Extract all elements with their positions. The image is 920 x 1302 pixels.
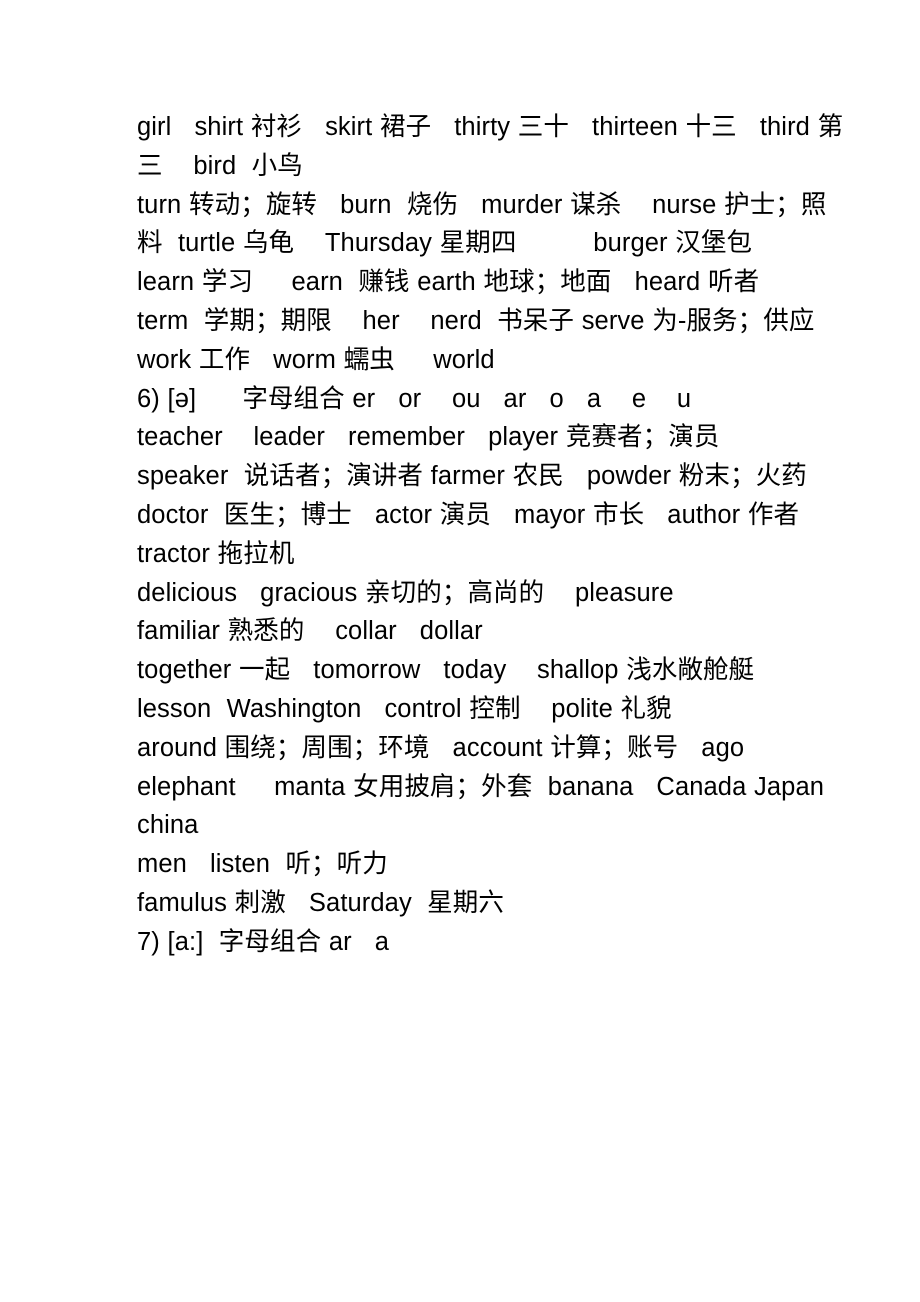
paragraph-schwa-7: together 一起 tomorrow today shallop 浅水敞舱艇… bbox=[137, 656, 778, 723]
paragraph-er-sound-1: girl shirt 衬衫 skirt 裙子 thirty 三十 thirtee… bbox=[137, 113, 844, 180]
paragraph-schwa-3: doctor 医生；博士 actor 演员 mayor 市长 author 作者 bbox=[137, 500, 800, 529]
paragraph-er-sound-4: term 学期；期限 her nerd 书呆子 serve 为-服务；供应 bbox=[137, 306, 815, 335]
document-page: girl shirt 衬衫 skirt 裙子 thirty 三十 thirtee… bbox=[0, 0, 920, 1302]
section-heading-7-long-a: 7) [a:] 字母组合 ar a bbox=[137, 927, 390, 956]
document-body: girl shirt 衬衫 skirt 裙子 thirty 三十 thirtee… bbox=[137, 108, 849, 962]
paragraph-er-sound-5: work 工作 worm 蠕虫 world bbox=[137, 345, 495, 374]
paragraph-er-sound-3: learn 学习 earn 赚钱 earth 地球；地面 heard 听者 bbox=[137, 268, 760, 297]
paragraph-schwa-8: around 围绕；周围；环境 account 计算；账号 ago bbox=[137, 733, 745, 762]
paragraph-schwa-1: teacher leader remember player 竞赛者；演员 bbox=[137, 423, 720, 452]
paragraph-er-sound-2: turn 转动；旋转 burn 烧伤 murder 谋杀 nurse 护士；照料… bbox=[137, 190, 827, 258]
section-heading-6-schwa: 6) [ə] 字母组合 er or ou ar o a e u bbox=[137, 384, 692, 413]
paragraph-schwa-11: famulus 刺激 Saturday 星期六 bbox=[137, 888, 504, 917]
paragraph-schwa-6: familiar 熟悉的 collar dollar bbox=[137, 617, 483, 646]
paragraph-schwa-5: delicious gracious 亲切的；高尚的 pleasure bbox=[137, 578, 674, 607]
paragraph-schwa-2: speaker 说话者；演讲者 farmer 农民 powder 粉末；火药 bbox=[137, 462, 807, 491]
paragraph-schwa-9: elephant manta 女用披肩；外套 banana Canada Jap… bbox=[137, 772, 848, 840]
paragraph-schwa-4: tractor 拖拉机 bbox=[137, 539, 295, 568]
paragraph-schwa-10: men listen 听；听力 bbox=[137, 850, 388, 879]
